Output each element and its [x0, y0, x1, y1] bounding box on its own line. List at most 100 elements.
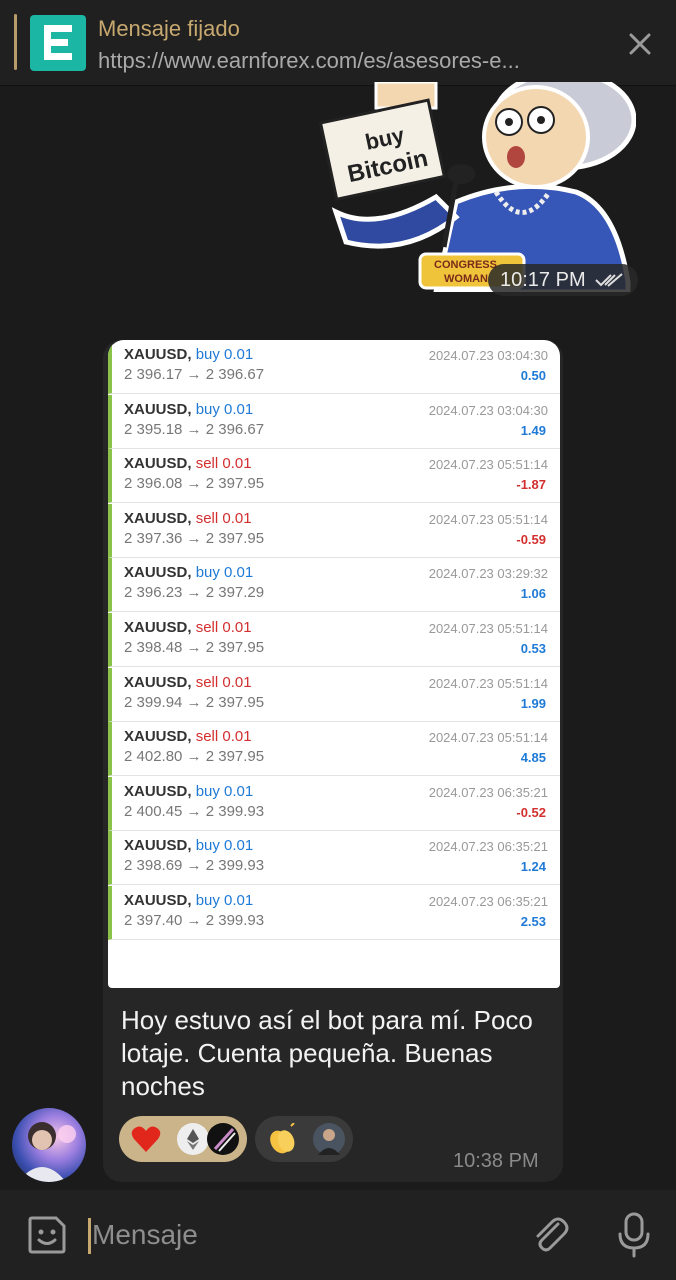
sticker-timestamp: 10:17 PM	[488, 264, 638, 296]
microphone-icon[interactable]	[612, 1210, 656, 1260]
trade-side: sell 0.01	[195, 619, 252, 636]
trade-symbol: XAUUSD, sell 0.01	[124, 455, 252, 473]
trade-profit: -0.52	[516, 804, 546, 820]
trade-date: 2024.07.23 05:51:14	[428, 730, 548, 746]
sticker-emoji-icon[interactable]	[26, 1214, 68, 1256]
trade-date: 2024.07.23 06:35:21	[428, 784, 548, 800]
trade-row: XAUUSD, sell 0.01 2 402.80 → 2 397.95 2024…	[108, 722, 560, 777]
trade-symbol: XAUUSD, sell 0.01	[124, 619, 252, 636]
pinned-indicator	[14, 14, 17, 70]
trade-symbol: XAUUSD, buy 0.01	[124, 782, 254, 800]
message-bubble[interactable]: XAUUSD, buy 0.01 2 396.17 → 2 396.67 2024.…	[103, 340, 563, 1182]
pinned-title: Mensaje fijado	[98, 16, 240, 41]
trade-date: 2024.07.23 03:29:32	[428, 566, 548, 582]
trade-side: buy 0.01	[195, 892, 254, 909]
trade-date: 2024.07.23 05:51:14	[428, 621, 548, 636]
trade-prices: 2 400.45 → 2 399.93	[124, 802, 265, 820]
pinned-thumbnail	[30, 15, 86, 71]
trade-prices: 2 397.36 → 2 397.95	[124, 529, 265, 547]
pinned-message-bar[interactable]: Mensaje fijado https://www.earnforex.com…	[0, 0, 676, 86]
earnforex-logo-icon	[44, 25, 72, 60]
sticker-congresswoman[interactable]: buy Bitcoin CONGRESS WOMAN	[316, 82, 636, 292]
trade-symbol: XAUUSD, sell 0.01	[124, 728, 252, 746]
trade-row: XAUUSD, sell 0.01 2 398.48 → 2 397.95 2024…	[108, 613, 560, 667]
trade-prices: 2 397.40 → 2 399.93	[124, 912, 265, 929]
pinned-url[interactable]: https://www.earnforex.com/es/asesores-e.…	[98, 48, 598, 74]
trade-profit: 4.85	[520, 750, 546, 766]
sticker-badge-line1: CONGRESS	[434, 259, 497, 271]
trade-symbol: XAUUSD, buy 0.01	[124, 564, 254, 582]
message-time: 10:38 PM	[453, 1150, 539, 1172]
trade-profit: 2.53	[520, 914, 546, 929]
maton-logo-icon	[187, 1129, 199, 1150]
trade-side: sell 0.01	[195, 673, 252, 691]
trade-side: buy 0.01	[195, 837, 254, 855]
reaction-heart[interactable]	[119, 1116, 247, 1162]
trade-prices: 2 396.08 → 2 397.95	[124, 475, 265, 493]
trade-profit: 1.99	[520, 695, 546, 711]
trade-side: sell 0.01	[195, 509, 252, 527]
message-input[interactable]	[92, 1212, 492, 1258]
double-check-icon	[595, 273, 623, 287]
trade-profit: -1.87	[516, 477, 546, 493]
trade-row: XAUUSD, sell 0.01 2 399.94 → 2 397.95 2024…	[108, 667, 560, 722]
trade-date: 2024.07.23 03:04:30	[428, 348, 548, 363]
trade-side: buy 0.01	[195, 782, 254, 800]
trade-prices: 2 396.17 → 2 396.67	[124, 366, 265, 383]
close-icon[interactable]	[622, 26, 658, 62]
trade-row: XAUUSD, buy 0.01 2 397.40 → 2 399.93 2024.…	[108, 886, 560, 940]
trade-row: XAUUSD, sell 0.01 2 396.08 → 2 397.95 2024…	[108, 449, 560, 504]
trade-row: XAUUSD, buy 0.01 2 396.17 → 2 396.67 2024.…	[108, 340, 560, 394]
trade-prices: 2 402.80 → 2 397.95	[124, 748, 265, 766]
trade-symbol: XAUUSD, buy 0.01	[124, 892, 254, 909]
trade-side: buy 0.01	[195, 346, 254, 363]
trade-history-screenshot[interactable]: XAUUSD, buy 0.01 2 396.17 → 2 396.67 2024.…	[108, 340, 560, 988]
trade-row: XAUUSD, buy 0.01 2 400.45 → 2 399.93 2024.…	[108, 776, 560, 831]
trade-prices: 2 399.94 → 2 397.95	[124, 693, 265, 711]
reaction-clap[interactable]	[255, 1116, 353, 1162]
trade-prices: 2 395.18 → 2 396.67	[124, 420, 265, 438]
trade-symbol: XAUUSD, sell 0.01	[124, 673, 252, 691]
sticker-time: 10:17 PM	[500, 269, 586, 291]
trade-profit: -0.59	[516, 531, 546, 547]
sender-avatar[interactable]	[12, 1108, 86, 1182]
trade-date: 2024.07.23 06:35:21	[428, 839, 548, 855]
sender-avatar-image	[18, 1122, 76, 1182]
trade-row: XAUUSD, buy 0.01 2 396.23 → 2 397.29 2024.…	[108, 558, 560, 613]
trade-profit: 1.49	[520, 422, 546, 438]
trade-date: 2024.07.23 05:51:14	[428, 675, 548, 691]
clap-icon	[270, 1123, 295, 1154]
trade-date: 2024.07.23 06:35:21	[428, 894, 548, 909]
trade-side: sell 0.01	[195, 728, 252, 746]
trade-symbol: XAUUSD, buy 0.01	[124, 346, 254, 363]
trade-row: XAUUSD, buy 0.01 2 395.18 → 2 396.67 2024.…	[108, 394, 560, 449]
trade-symbol: XAUUSD, buy 0.01	[124, 837, 254, 855]
text-caret	[88, 1218, 91, 1254]
trade-prices: 2 396.23 → 2 397.29	[124, 584, 265, 602]
trade-date: 2024.07.23 05:51:14	[428, 457, 548, 473]
trade-side: sell 0.01	[195, 455, 252, 473]
reaction-avatar-person	[313, 1123, 345, 1155]
trade-row: XAUUSD, sell 0.01 2 397.36 → 2 397.95 2024…	[108, 503, 560, 558]
trade-profit: 0.53	[520, 641, 546, 656]
trade-side: buy 0.01	[195, 564, 254, 582]
reaction-avatar-user	[207, 1123, 239, 1155]
trade-profit: 1.24	[520, 859, 546, 875]
trade-date: 2024.07.23 03:04:30	[428, 402, 548, 418]
person-avatar-icon	[318, 1129, 340, 1155]
trade-prices: 2 398.69 → 2 399.93	[124, 857, 265, 875]
trade-side: buy 0.01	[195, 400, 254, 418]
heart-icon	[131, 1126, 161, 1152]
trade-prices: 2 398.48 → 2 397.95	[124, 639, 265, 656]
trade-symbol: XAUUSD, buy 0.01	[124, 400, 254, 418]
message-composer	[0, 1190, 676, 1280]
trade-symbol: XAUUSD, sell 0.01	[124, 509, 252, 527]
sticker-badge-line2: WOMAN	[444, 273, 488, 285]
reaction-avatar-maton	[177, 1123, 209, 1155]
trade-profit: 0.50	[520, 368, 546, 383]
trade-date: 2024.07.23 05:51:14	[428, 511, 548, 527]
user-avatar-icon	[213, 1127, 236, 1152]
message-text: Hoy estuvo así el bot para mí. Poco lota…	[121, 1005, 533, 1101]
attach-icon[interactable]	[528, 1212, 572, 1256]
trade-row: XAUUSD, buy 0.01 2 398.69 → 2 399.93 2024.…	[108, 831, 560, 886]
